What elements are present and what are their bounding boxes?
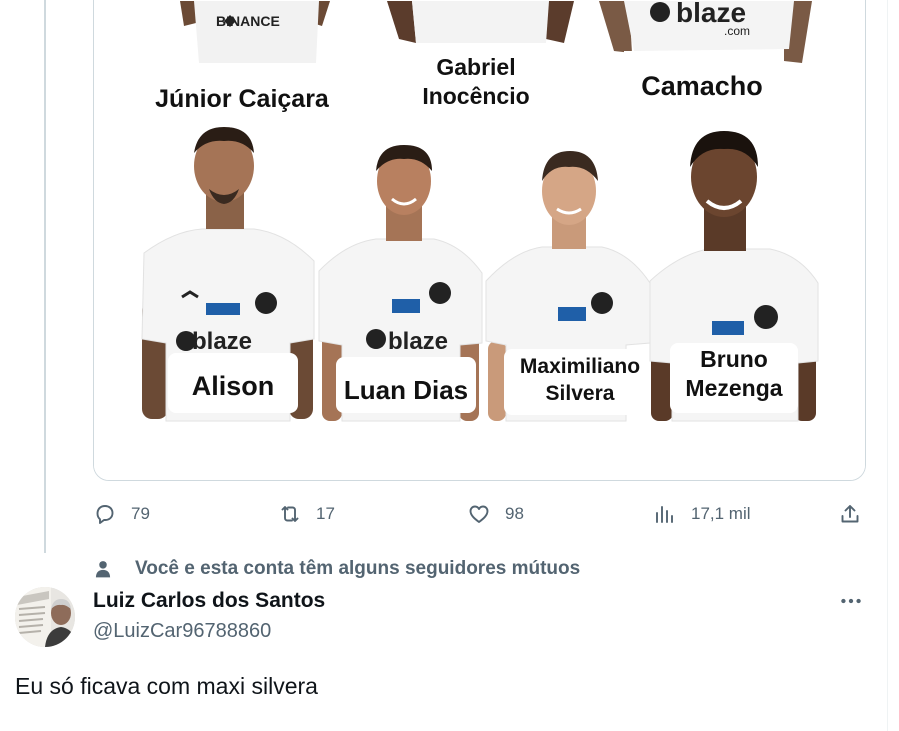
retweet-button[interactable]: 17 — [278, 497, 335, 531]
reply-icon — [96, 505, 114, 524]
name-label-gabriel-inocencio: Gabriel Inocêncio — [422, 54, 530, 109]
more-dots-icon — [841, 598, 861, 604]
share-icon — [841, 505, 859, 523]
heart-icon — [469, 505, 489, 523]
more-options-button[interactable] — [836, 588, 866, 614]
reply-text: Eu só ficava com maxi silvera — [15, 673, 318, 699]
mutual-followers-notice: Você e esta conta têm alguns seguidores … — [93, 556, 580, 582]
views-count: 17,1 mil — [691, 504, 751, 523]
tweet-media-image[interactable]: BINANCE blaze .com Júnior Caiçara Gabrie… — [93, 0, 866, 481]
player-camacho: blaze .com — [599, 0, 812, 129]
tweet-action-bar: 79 17 98 17,1 mil — [93, 497, 864, 531]
timeline-right-border — [887, 0, 888, 731]
name-label-camacho: Camacho — [641, 71, 763, 101]
views-button[interactable]: 17,1 mil — [653, 497, 751, 531]
name-label-junior-caicara: Júnior Caiçara — [155, 85, 330, 113]
svg-text:.com: .com — [724, 24, 750, 38]
svg-text:blaze: blaze — [192, 328, 252, 355]
retweet-count: 17 — [316, 504, 335, 523]
share-button[interactable] — [838, 497, 862, 531]
reply-author-handle[interactable]: @LuizCar96788860 — [93, 620, 271, 643]
name-label-maximiliano-silvera: Maximiliano Silvera — [519, 355, 641, 405]
like-count: 98 — [505, 504, 524, 523]
reply-button[interactable]: 79 — [93, 497, 150, 531]
person-icon — [95, 561, 111, 578]
like-button[interactable]: 98 — [467, 497, 524, 531]
name-label-luan-dias: Luan Dias — [344, 375, 468, 405]
retweet-icon — [281, 506, 299, 522]
mutual-followers-text: Você e esta conta têm alguns seguidores … — [135, 558, 581, 579]
avatar[interactable] — [15, 587, 75, 647]
views-chart-icon — [656, 506, 673, 523]
name-label-alison: Alison — [192, 371, 275, 401]
player-junior-caicara: BINANCE — [180, 1, 330, 63]
thread-connector-line — [44, 0, 46, 553]
svg-text:blaze: blaze — [388, 328, 448, 355]
avatar-image — [15, 587, 75, 647]
reply-author-name[interactable]: Luiz Carlos dos Santos — [93, 589, 325, 613]
name-label-bruno-mezenga: Bruno Mezenga — [685, 346, 783, 401]
players-collage: BINANCE blaze .com Júnior Caiçara Gabrie… — [94, 0, 865, 480]
reply-count: 79 — [131, 504, 150, 523]
